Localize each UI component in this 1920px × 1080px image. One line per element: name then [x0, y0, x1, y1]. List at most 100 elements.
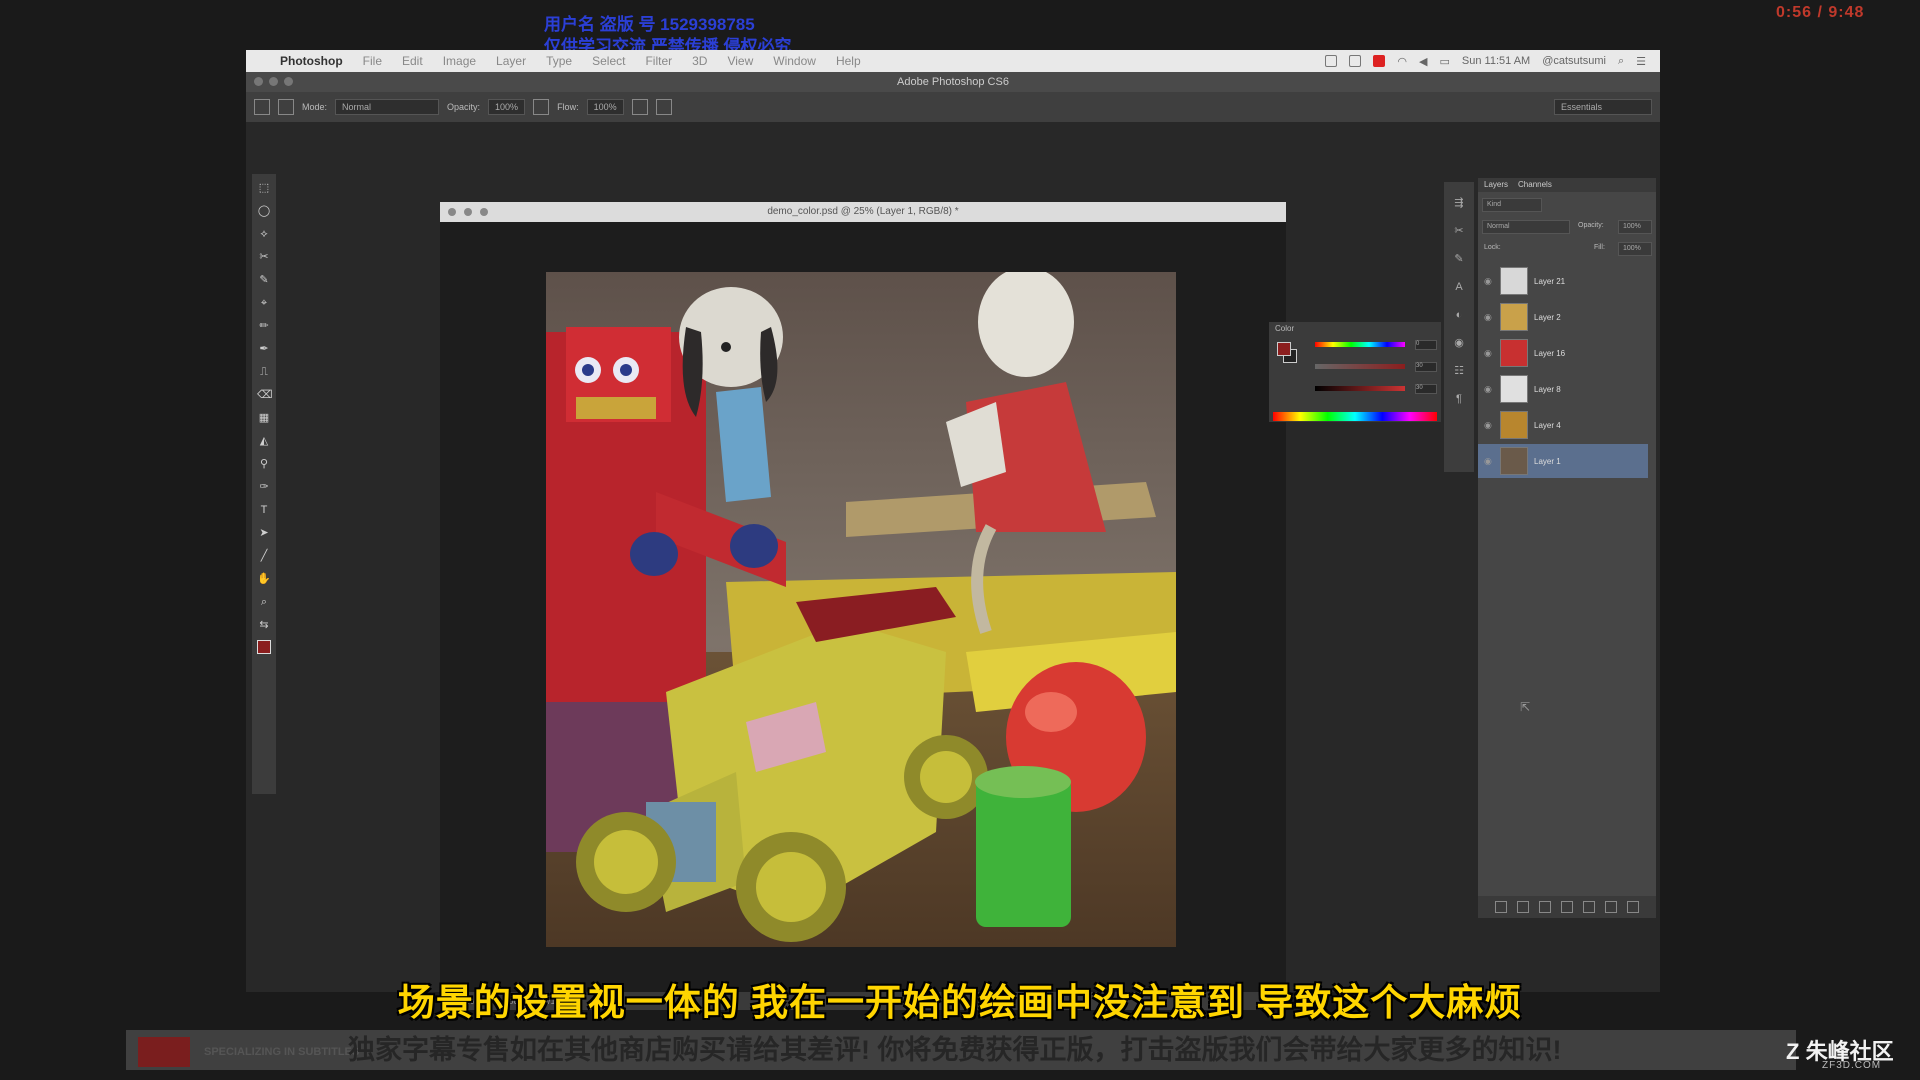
layer-row[interactable]: ◉ Layer 2	[1478, 300, 1648, 334]
blend-mode-select[interactable]: Normal	[1482, 220, 1570, 234]
foreground-color-swatch[interactable]	[1277, 342, 1291, 356]
tab-layers[interactable]: Layers	[1484, 178, 1508, 192]
tool-icon[interactable]: ⟡	[257, 226, 271, 243]
paragraph-icon[interactable]: ¶	[1452, 392, 1466, 406]
menu-window[interactable]: Window	[773, 54, 816, 68]
notification-icon[interactable]: ☰	[1636, 55, 1646, 68]
brush-icon[interactable]: ✎	[1452, 252, 1466, 266]
hue-value[interactable]: 0	[1415, 340, 1437, 350]
fill-field[interactable]: 100%	[1618, 242, 1652, 256]
canvas-artwork[interactable]	[546, 272, 1176, 947]
menu-help[interactable]: Help	[836, 54, 861, 68]
tool-icon[interactable]: ⚲	[257, 456, 271, 473]
tool-presets-icon[interactable]: ✂	[1452, 224, 1466, 238]
visibility-eye-icon[interactable]: ◉	[1484, 384, 1494, 395]
foreground-swatch[interactable]	[257, 640, 271, 654]
tab-channels[interactable]: Channels	[1518, 178, 1552, 192]
menubar-user[interactable]: @catsutsumi	[1542, 55, 1606, 67]
menu-layer[interactable]: Layer	[496, 54, 526, 68]
tool-icon[interactable]: ⇆	[257, 617, 271, 634]
visibility-eye-icon[interactable]: ◉	[1484, 276, 1494, 287]
volume-icon[interactable]: ◀	[1419, 55, 1427, 68]
menu-3d[interactable]: 3D	[692, 54, 707, 68]
visibility-eye-icon[interactable]: ◉	[1484, 420, 1494, 431]
adjustment-layer-icon[interactable]	[1561, 901, 1573, 913]
menu-select[interactable]: Select	[592, 54, 625, 68]
workspace-area: ⬚ ◯ ⟡ ✂ ✎ ⌖ ✏ ✒ ⎍ ⌫ ▦ ◭ ⚲ ✑ T ➤ ╱ ✋ ⌕ ⇆ demo_color.psd @ 25…	[246, 122, 1660, 1010]
tool-icon[interactable]: ✂	[257, 249, 271, 266]
menu-app-name[interactable]: Photoshop	[280, 54, 343, 68]
hue-slider[interactable]	[1315, 342, 1405, 347]
brush-preset-icon[interactable]	[254, 99, 270, 115]
visibility-eye-icon[interactable]: ◉	[1484, 312, 1494, 323]
link-layers-icon[interactable]	[1495, 901, 1507, 913]
layer-row[interactable]: ◉ Layer 4	[1478, 408, 1648, 442]
tool-icon[interactable]: ⌖	[257, 295, 271, 312]
brightness-value[interactable]: 30	[1415, 384, 1437, 394]
brightness-slider[interactable]	[1315, 386, 1405, 391]
layer-opacity-field[interactable]: 100%	[1618, 220, 1652, 234]
menu-view[interactable]: View	[727, 54, 753, 68]
tool-icon[interactable]: T	[257, 502, 271, 519]
menu-edit[interactable]: Edit	[402, 54, 423, 68]
layers-panel-tabs: Layers Channels	[1478, 178, 1656, 192]
window-controls[interactable]	[254, 77, 293, 86]
adjustments-icon[interactable]: ◐	[1452, 308, 1466, 322]
tool-icon[interactable]: ▦	[257, 410, 271, 427]
visibility-eye-icon[interactable]: ◉	[1484, 456, 1494, 467]
tool-icon[interactable]: ◭	[257, 433, 271, 450]
saturation-value[interactable]: 30	[1415, 362, 1437, 372]
layer-kind-filter[interactable]: Kind	[1482, 198, 1542, 212]
new-layer-icon[interactable]	[1605, 901, 1617, 913]
color-panel-tab[interactable]: Color	[1275, 324, 1294, 333]
trash-icon[interactable]	[1627, 901, 1639, 913]
tray-icon[interactable]	[1325, 55, 1338, 67]
color-spectrum-bar[interactable]	[1273, 412, 1437, 421]
tool-icon[interactable]: ⬚	[257, 180, 271, 197]
fx-icon[interactable]	[1517, 901, 1529, 913]
saturation-slider[interactable]	[1315, 364, 1405, 369]
tool-icon[interactable]: ➤	[257, 525, 271, 542]
mode-select[interactable]: Normal	[335, 99, 440, 115]
flow-field[interactable]: 100%	[586, 99, 624, 115]
tool-icon[interactable]: ◯	[257, 203, 271, 220]
menu-image[interactable]: Image	[443, 54, 476, 68]
tray-icon[interactable]	[1349, 55, 1362, 67]
history-icon[interactable]: ⇶	[1452, 196, 1466, 210]
document-window-controls[interactable]	[448, 208, 488, 216]
visibility-eye-icon[interactable]: ◉	[1484, 348, 1494, 359]
brush-panel-icon[interactable]	[278, 99, 294, 115]
spotlight-icon[interactable]: ⌕	[1618, 55, 1624, 68]
new-group-icon[interactable]	[1583, 901, 1595, 913]
photoshop-window: Adobe Photoshop CS6 Mode: Normal Opacity…	[246, 72, 1660, 1010]
tool-icon[interactable]: ⌫	[257, 387, 273, 404]
pressure-opacity-icon[interactable]	[533, 99, 550, 115]
opacity-field[interactable]: 100%	[488, 99, 526, 115]
tool-icon[interactable]: ✋	[257, 571, 271, 588]
layer-row[interactable]: ◉ Layer 1	[1478, 444, 1648, 478]
tool-icon[interactable]: ✑	[257, 479, 271, 496]
menubar-clock[interactable]: Sun 11:51 AM	[1462, 55, 1530, 67]
tool-icon[interactable]: ⌕	[257, 594, 271, 611]
record-icon[interactable]	[1373, 55, 1386, 67]
tool-icon[interactable]: ✏	[257, 318, 271, 335]
styles-icon[interactable]: ◉	[1452, 336, 1466, 350]
menu-filter[interactable]: Filter	[645, 54, 672, 68]
layer-row[interactable]: ◉ Layer 16	[1478, 336, 1648, 370]
wifi-icon[interactable]: ◠	[1397, 55, 1407, 68]
pressure-size-icon[interactable]	[655, 99, 672, 115]
battery-icon[interactable]: ▭	[1440, 55, 1450, 68]
layer-row[interactable]: ◉ Layer 8	[1478, 372, 1648, 406]
tool-icon[interactable]: ✒	[257, 341, 271, 358]
tool-icon[interactable]: ╱	[257, 548, 271, 565]
menu-file[interactable]: File	[363, 54, 382, 68]
mask-icon[interactable]	[1539, 901, 1551, 913]
workspace-select[interactable]: Essentials	[1554, 99, 1652, 115]
character-icon[interactable]: A	[1452, 280, 1466, 294]
tool-icon[interactable]: ✎	[257, 272, 271, 289]
menu-type[interactable]: Type	[546, 54, 572, 68]
tool-icon[interactable]: ⎍	[257, 364, 271, 381]
properties-icon[interactable]: ☷	[1452, 364, 1466, 378]
airbrush-icon[interactable]	[631, 99, 648, 115]
layer-row[interactable]: ◉ Layer 21	[1478, 264, 1648, 298]
